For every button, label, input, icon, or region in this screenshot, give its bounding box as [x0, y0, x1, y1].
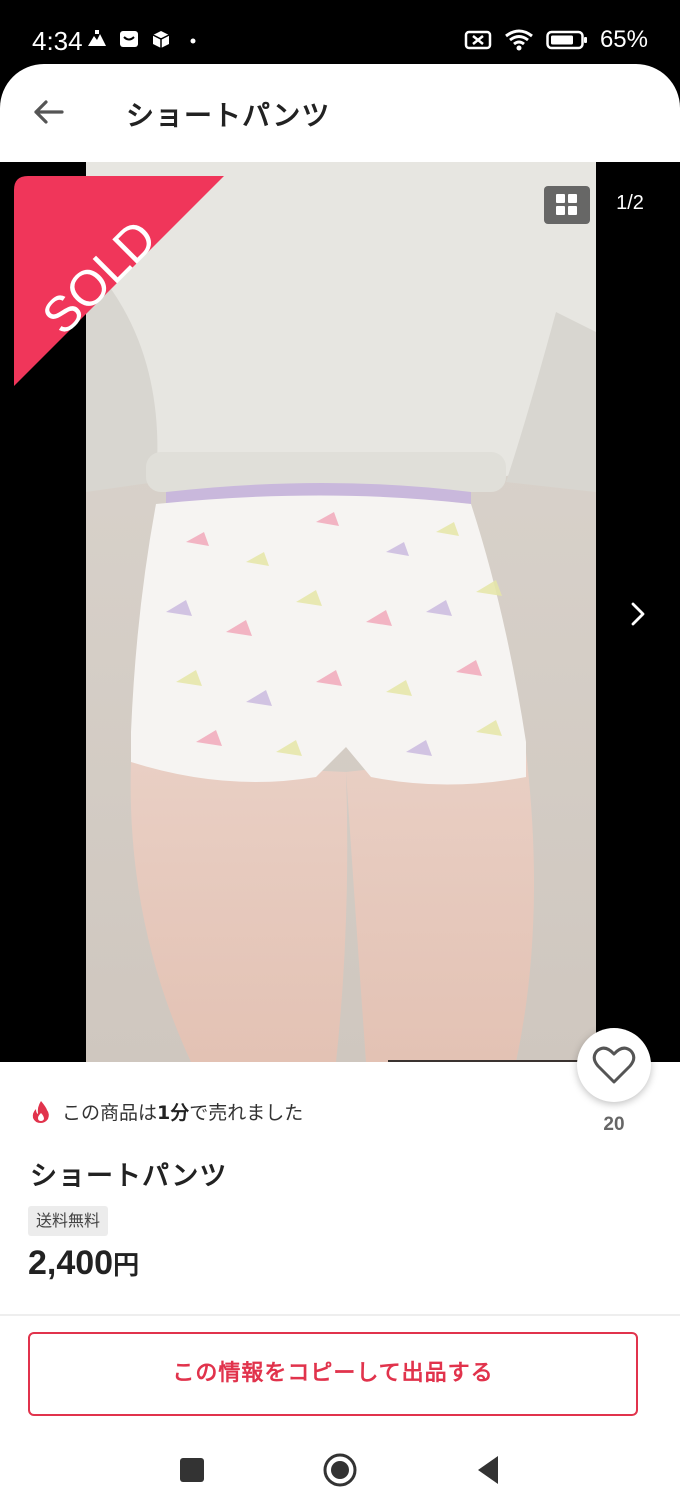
page-counter: 1/2 — [616, 192, 644, 214]
carousel-scroll-indicator — [388, 1060, 596, 1062]
wifi-icon — [505, 29, 533, 51]
price-unit: 円 — [113, 1251, 140, 1281]
status-right: 65% — [464, 26, 648, 54]
product-title: ショートパンツ — [30, 1161, 228, 1192]
status-time: 4:34 — [32, 26, 83, 56]
heart-outline-icon — [592, 1046, 636, 1084]
like-count: 20 — [603, 1114, 625, 1135]
mountain-icon — [88, 30, 106, 46]
sold-ribbon: SOLD — [14, 176, 224, 386]
battery-percentage: 65% — [599, 26, 648, 53]
sold-notice: この商品は1分で売れました — [30, 1098, 303, 1125]
status-bar: 4:34 65% — [0, 0, 680, 64]
mail-icon — [120, 31, 138, 47]
battery-icon — [546, 30, 587, 50]
shipping-badge: 送料無料 — [28, 1206, 109, 1236]
app-header: ショートパンツ — [0, 64, 680, 162]
dot-icon — [190, 38, 196, 44]
back-triangle-icon[interactable] — [474, 1454, 502, 1486]
product-price: 2,400円 — [28, 1244, 140, 1282]
system-nav-bar — [0, 1428, 680, 1511]
image-carousel[interactable]: SOLD 1/2 — [0, 162, 680, 1062]
chevron-right-icon[interactable] — [624, 598, 652, 630]
fire-icon — [32, 1100, 49, 1123]
arrow-left-icon[interactable] — [26, 90, 70, 134]
sold-notice-text: この商品は1分で売れました — [62, 1102, 304, 1124]
box-icon — [152, 31, 170, 48]
copy-listing-button[interactable]: この情報をコピーして出品する — [28, 1332, 638, 1416]
page-title: ショートパンツ — [126, 99, 331, 132]
divider — [0, 1314, 680, 1316]
home-icon[interactable] — [322, 1452, 358, 1488]
status-icons-left — [86, 28, 204, 50]
no-sim-icon — [464, 30, 492, 50]
grid-icon — [556, 194, 565, 203]
like-button[interactable] — [577, 1028, 651, 1102]
recents-icon[interactable] — [180, 1458, 204, 1482]
product-detail-screen: ショートパンツ SOLD 1/2 20 この商品は1分で売れました ショートパン… — [0, 64, 680, 1511]
grid-view-button[interactable] — [544, 186, 590, 224]
